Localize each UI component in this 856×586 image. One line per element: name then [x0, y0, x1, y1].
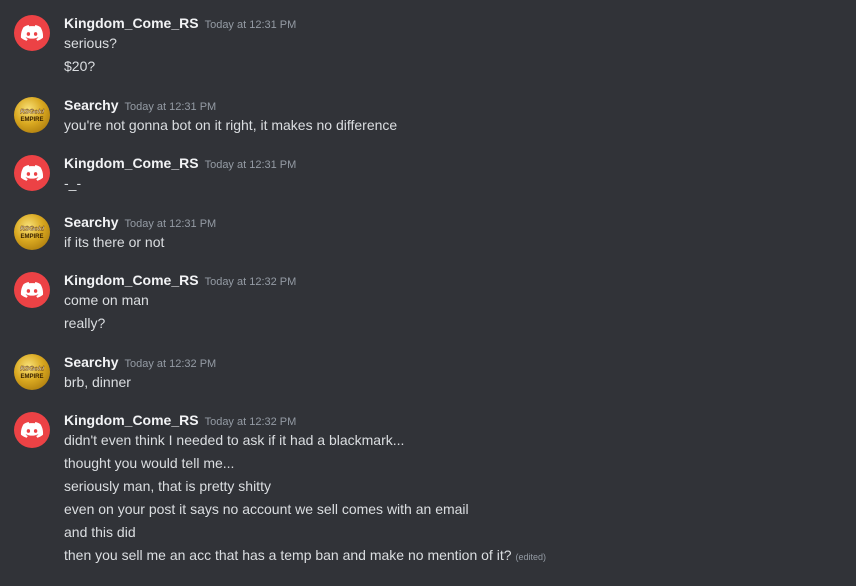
- discord-logo-icon: [20, 25, 44, 41]
- svg-text:EMPIRE: EMPIRE: [20, 374, 43, 380]
- message-header: Searchy Today at 12:32 PM: [64, 352, 216, 374]
- discord-logo-icon: [20, 282, 44, 298]
- message-timestamp: Today at 12:32 PM: [124, 358, 217, 370]
- svg-text:RSGold: RSGold: [20, 109, 45, 116]
- rsgold-empire-logo-icon: RSGold EMPIRE: [20, 225, 45, 240]
- avatar[interactable]: [14, 412, 50, 448]
- message-timestamp: Today at 12:32 PM: [204, 416, 297, 428]
- author-name[interactable]: Kingdom_Come_RS: [64, 412, 199, 428]
- message-header: Kingdom_Come_RS Today at 12:31 PM: [64, 13, 296, 35]
- author-name[interactable]: Kingdom_Come_RS: [64, 272, 199, 288]
- author-name[interactable]: Searchy: [64, 97, 118, 113]
- message-header: Searchy Today at 12:31 PM: [64, 95, 216, 117]
- message-header: Kingdom_Come_RS Today at 12:31 PM: [64, 153, 296, 175]
- message-header: Searchy Today at 12:31 PM: [64, 212, 216, 234]
- message-timestamp: Today at 12:31 PM: [204, 159, 297, 171]
- message-text: really?: [64, 315, 106, 331]
- avatar[interactable]: [14, 15, 50, 51]
- author-name[interactable]: Searchy: [64, 214, 118, 230]
- author-name[interactable]: Kingdom_Come_RS: [64, 15, 199, 31]
- avatar[interactable]: RSGold EMPIRE: [14, 214, 50, 250]
- avatar[interactable]: [14, 155, 50, 191]
- message-text: -_-: [64, 175, 82, 191]
- message-text: seriously man, that is pretty shitty: [64, 478, 271, 494]
- author-name[interactable]: Searchy: [64, 354, 118, 370]
- svg-text:RSGold: RSGold: [20, 226, 45, 233]
- avatar[interactable]: RSGold EMPIRE: [14, 354, 50, 390]
- rsgold-empire-logo-icon: RSGold EMPIRE: [20, 365, 45, 380]
- message-timestamp: Today at 12:31 PM: [124, 101, 217, 113]
- message-text: if its there or not: [64, 234, 165, 250]
- svg-text:EMPIRE: EMPIRE: [20, 117, 43, 123]
- chat-message-list: Kingdom_Come_RS Today at 12:31 PM serious…: [0, 0, 856, 586]
- message-text: then you sell me an acc that has a temp …: [64, 547, 512, 563]
- message-text: thought you would tell me...: [64, 455, 235, 471]
- svg-text:RSGold: RSGold: [20, 366, 45, 373]
- message-text: even on your post it says no account we …: [64, 501, 469, 517]
- message-text: didn't even think I needed to ask if it …: [64, 432, 405, 448]
- edited-label: (edited): [515, 552, 547, 562]
- message-text-edited: then you sell me an acc that has a temp …: [64, 545, 546, 567]
- message-text: come on man: [64, 292, 149, 308]
- avatar[interactable]: RSGold EMPIRE: [14, 97, 50, 133]
- message-timestamp: Today at 12:32 PM: [204, 276, 297, 288]
- message-text: and this did: [64, 524, 136, 540]
- discord-logo-icon: [20, 165, 44, 181]
- message-text: serious?: [64, 35, 117, 51]
- message-timestamp: Today at 12:31 PM: [124, 218, 217, 230]
- message-header: Kingdom_Come_RS Today at 12:32 PM: [64, 270, 296, 292]
- message-text: $20?: [64, 58, 96, 74]
- message-text: brb, dinner: [64, 374, 131, 390]
- message-header: Kingdom_Come_RS Today at 12:32 PM: [64, 410, 296, 432]
- svg-text:EMPIRE: EMPIRE: [20, 234, 43, 240]
- message-timestamp: Today at 12:31 PM: [204, 19, 297, 31]
- discord-logo-icon: [20, 422, 44, 438]
- message-text: you're not gonna bot on it right, it mak…: [64, 117, 398, 133]
- rsgold-empire-logo-icon: RSGold EMPIRE: [20, 108, 45, 123]
- avatar[interactable]: [14, 272, 50, 308]
- author-name[interactable]: Kingdom_Come_RS: [64, 155, 199, 171]
